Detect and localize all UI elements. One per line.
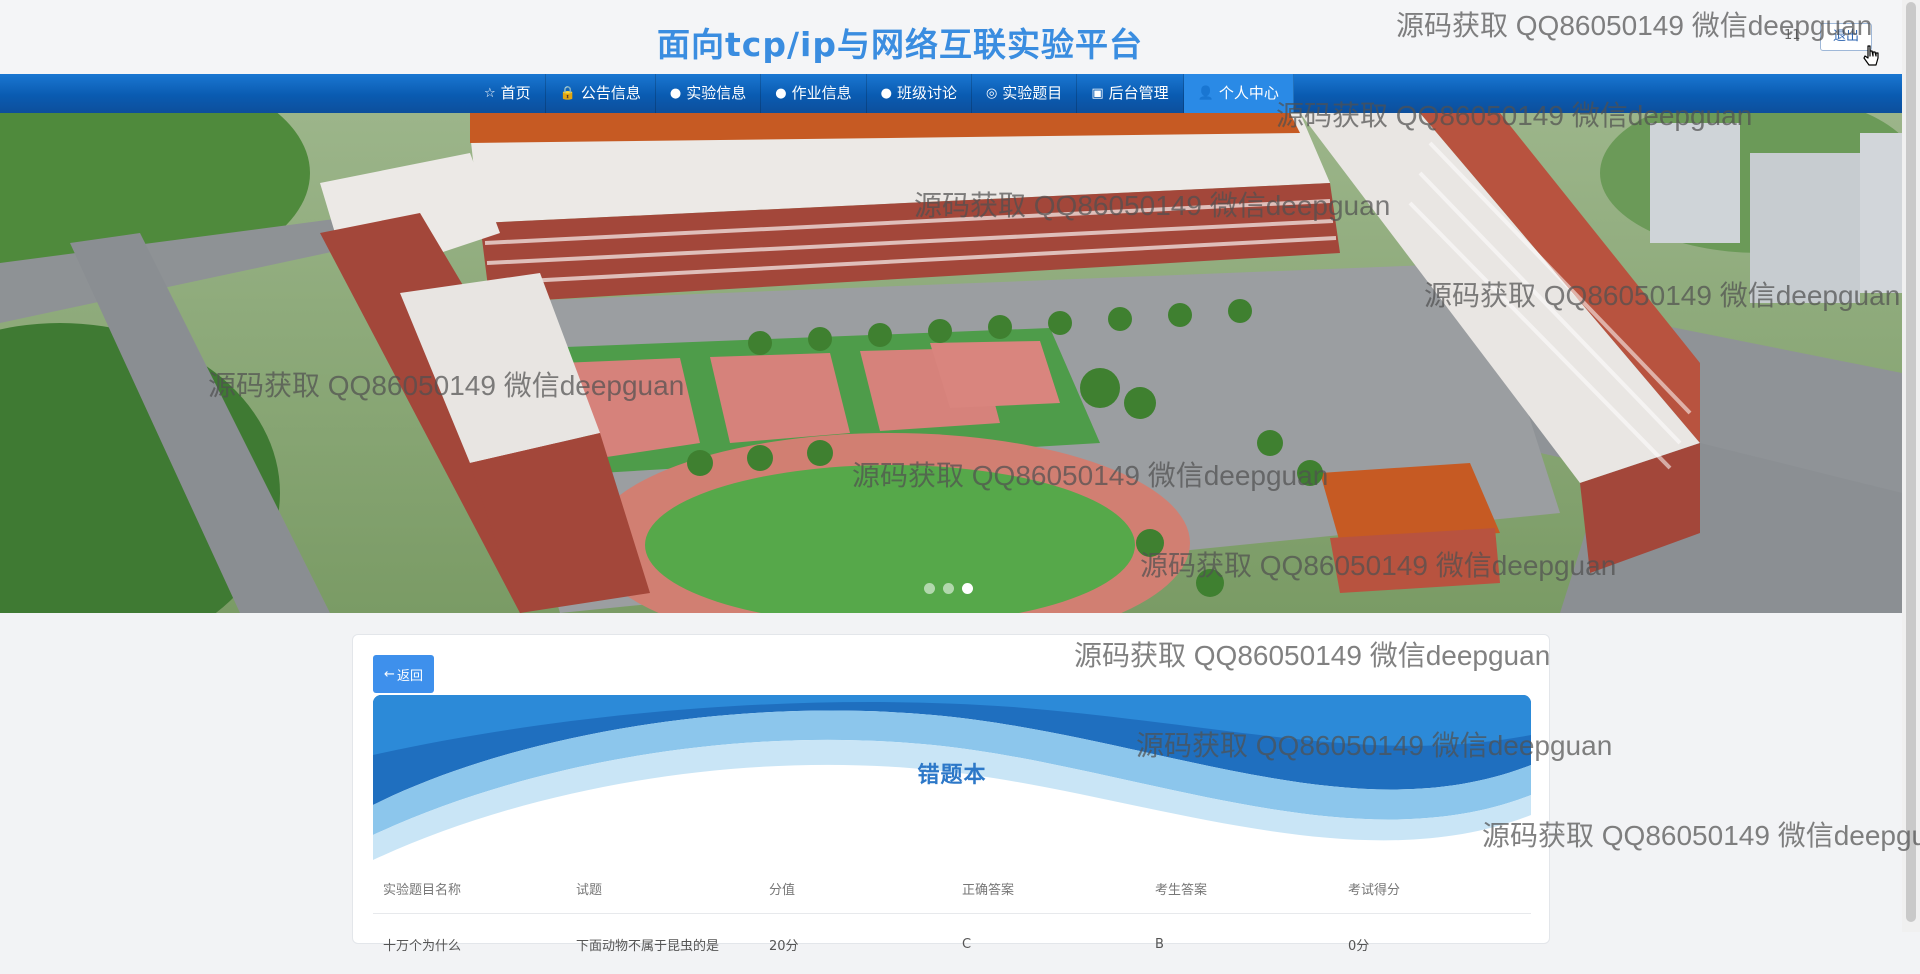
carousel-dot[interactable] <box>943 583 954 594</box>
nav-item-7[interactable]: 👤 个人中心 <box>1183 74 1294 113</box>
info-icon: ● <box>880 86 892 101</box>
table-cell: 0分 <box>1348 938 1370 954</box>
title-banner: 错题本 <box>373 695 1531 863</box>
nav-list: ☆ 首页 🔒 公告信息 ● 实验信息 ● 作业信息 ● 班级讨论 ◎ 实验题目 ▣ 后台管理 👤 个人中心 <box>470 74 1294 113</box>
nav-item-label: 个人中心 <box>1218 84 1279 102</box>
header: 面向tcp/ip与网络互联实验平台 11 退出 <box>0 0 1920 74</box>
star-icon: ☆ <box>484 86 496 101</box>
carousel-dot[interactable] <box>962 583 973 594</box>
question-icon: ● <box>775 86 787 101</box>
table-cell: B <box>1155 936 1164 952</box>
column-header: 实验题目名称 <box>383 882 462 898</box>
nav-item-label: 作业信息 <box>791 84 852 102</box>
column-header: 考试得分 <box>1348 882 1401 898</box>
table-cell: 下面动物不属于昆虫的是 <box>576 938 720 954</box>
carousel-dot[interactable] <box>924 583 935 594</box>
user-name: 11 <box>1784 28 1801 43</box>
table-header: 实验题目名称 试题 分值 正确答案 考生答案 考试得分 <box>373 863 1531 914</box>
target-icon: ◎ <box>985 86 998 101</box>
column-header: 考生答案 <box>1155 882 1208 898</box>
wrong-questions-table: 实验题目名称 试题 分值 正确答案 考生答案 考试得分 十万个为什么 下面动物不属于昆虫的是… <box>373 863 1531 974</box>
table-cell: 十万个为什么 <box>383 938 462 954</box>
nav-item-label: 班级讨论 <box>896 84 957 102</box>
table-cell: 20分 <box>769 938 799 954</box>
nav-item-6[interactable]: ▣ 后台管理 <box>1077 74 1184 113</box>
nav-item-label: 后台管理 <box>1108 84 1169 102</box>
carousel-indicators <box>924 583 973 594</box>
info-icon: ● <box>669 86 682 101</box>
nav-item-1[interactable]: 🔒 公告信息 <box>546 74 656 113</box>
table-body: 十万个为什么 下面动物不属于昆虫的是 20分 C B 0分 <box>373 914 1531 974</box>
column-header: 正确答案 <box>962 882 1015 898</box>
nav-item-label: 实验题目 <box>1002 84 1063 102</box>
site-title: 面向tcp/ip与网络互联实验平台 <box>657 25 1143 64</box>
nav-item-0[interactable]: ☆ 首页 <box>470 74 546 113</box>
lock-icon: 🔒 <box>559 86 576 101</box>
mouse-cursor-icon <box>1863 45 1879 66</box>
column-header: 试题 <box>576 882 603 898</box>
scrollbar-thumb[interactable] <box>1906 2 1916 922</box>
content-card: ← 返回 错题本 实验题目名称 试题 分值 正确答案 考生答案 考试得分 十万个为什么 下面… <box>352 634 1550 954</box>
user-icon: 👤 <box>1197 86 1214 101</box>
nav-item-2[interactable]: ● 实验信息 <box>656 74 762 113</box>
main-nav: ☆ 首页 🔒 公告信息 ● 实验信息 ● 作业信息 ● 班级讨论 ◎ 实验题目 ▣ 后台管理 👤 个人中心 <box>0 74 1902 115</box>
column-header: 分值 <box>769 882 796 898</box>
nav-item-label: 公告信息 <box>580 84 641 102</box>
nav-item-label: 首页 <box>500 84 531 102</box>
banner-carousel[interactable] <box>0 113 1902 613</box>
arrow-left-icon: ← <box>384 666 395 682</box>
nav-item-4[interactable]: ● 班级讨论 <box>867 74 972 113</box>
briefcase-icon: ▣ <box>1091 86 1104 101</box>
back-button-label: 返回 <box>396 668 423 684</box>
back-button[interactable]: ← 返回 <box>373 655 434 693</box>
table-cell: C <box>962 936 972 952</box>
page-title: 错题本 <box>917 763 987 788</box>
school-campus-image <box>0 113 1902 613</box>
nav-item-3[interactable]: ● 作业信息 <box>761 74 867 113</box>
nav-item-5[interactable]: ◎ 实验题目 <box>972 74 1078 113</box>
page-scrollbar[interactable] <box>1902 0 1920 932</box>
table-row[interactable]: 十万个为什么 下面动物不属于昆虫的是 20分 C B 0分 <box>373 914 1531 974</box>
nav-item-label: 实验信息 <box>686 84 747 102</box>
